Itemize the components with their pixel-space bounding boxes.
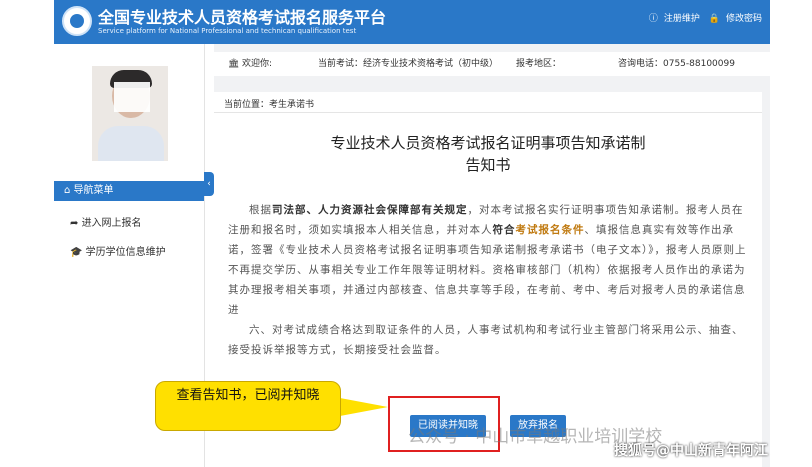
sidebar-item-label: 学历学位信息维护 — [85, 247, 166, 258]
register-maintain-link[interactable]: 注册维护 — [664, 14, 700, 24]
nav-menu-title: 导航菜单 — [73, 185, 114, 196]
top-header: 全国专业技术人员资格考试报名服务平台 Service platform for … — [54, 0, 770, 44]
info-bar: 🏛 欢迎你: 当前考试：经济专业技术资格考试（初中级） 报考地区： 咨询电话：0… — [214, 52, 770, 76]
current-exam: 当前考试：经济专业技术资格考试（初中级） — [318, 59, 499, 69]
notice-body: 根据司法部、人力资源社会保障部有关规定，对本考试报名实行证明事项告知承诺制。报考… — [228, 200, 748, 360]
home-icon: ⌂ — [64, 185, 74, 196]
pta-logo — [62, 6, 92, 36]
sidebar-collapse-button[interactable]: ‹ — [204, 172, 214, 196]
site-title: 全国专业技术人员资格考试报名服务平台 — [98, 8, 387, 27]
building-icon: 🏛 — [228, 59, 240, 69]
callout-arrow — [340, 398, 388, 416]
lock-icon: 🔒 — [708, 14, 720, 24]
site-subtitle: Service platform for National Profession… — [98, 27, 357, 35]
change-password-link[interactable]: 修改密码 — [726, 14, 762, 24]
breadcrumb: 当前位置：考生承诺书 — [224, 100, 315, 110]
welcome-text: 欢迎你: — [242, 59, 273, 69]
paragraph-1: 根据司法部、人力资源社会保障部有关规定，对本考试报名实行证明事项告知承诺制。报考… — [228, 204, 747, 316]
header-links: ⓘ 注册维护 🔒 修改密码 — [643, 11, 762, 24]
sidebar-item-education-info[interactable]: 🎓 学历学位信息维护 — [70, 243, 166, 258]
notice-title: 专业技术人员资格考试报名证明事项告知承诺制 — [330, 134, 646, 152]
paragraph-2: 六、对考试成绩合格达到取证条件的人员，人事考试机构和考试行业主管部门将采用公示、… — [228, 324, 744, 356]
sidebar-item-label: 进入网上报名 — [81, 218, 142, 229]
notice-subtitle: 告知书 — [465, 156, 511, 174]
nav-menu-header: ⌂ 导航菜单 — [54, 181, 204, 201]
info-icon: ⓘ — [648, 14, 658, 24]
consult-phone: 咨询电话：0755-88100099 — [618, 59, 735, 69]
share-icon: ➦ — [70, 218, 82, 229]
sidebar-item-online-registration[interactable]: ➦ 进入网上报名 — [70, 214, 142, 229]
avatar — [92, 66, 168, 161]
exam-region: 报考地区： — [516, 59, 562, 69]
divider — [214, 112, 762, 113]
watermark-sohu: 搜狐号@中山新青年阿江 — [614, 443, 768, 459]
graduation-cap-icon: 🎓 — [70, 247, 86, 258]
annotation-callout: 查看告知书，已阅并知晓 — [155, 381, 341, 431]
